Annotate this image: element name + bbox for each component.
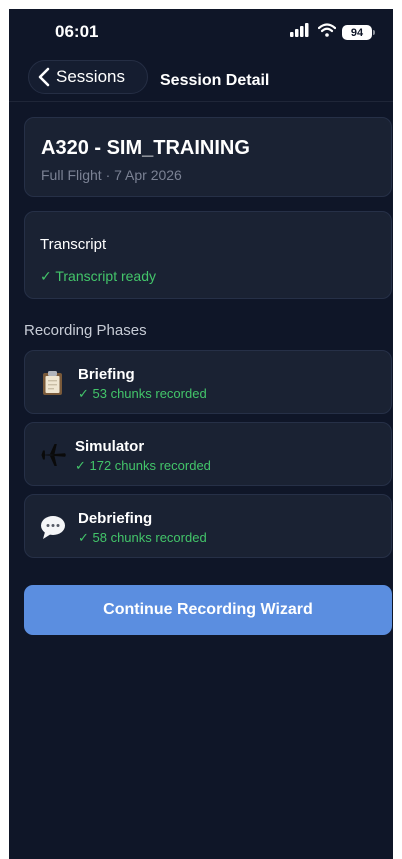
back-button-label: Sessions — [56, 67, 125, 86]
app-screen: 06:01 94 Sessions Session Detail A320 - … — [9, 9, 393, 859]
back-button[interactable]: Sessions — [28, 60, 148, 94]
airplane-icon — [39, 441, 67, 469]
phase-name: Briefing — [78, 366, 135, 383]
navigation-bar: Sessions Session Detail — [9, 53, 393, 102]
wifi-icon — [317, 23, 337, 42]
status-bar: 06:01 94 — [9, 9, 393, 53]
recording-phases-heading: Recording Phases — [24, 322, 147, 339]
page-title: Session Detail — [160, 72, 270, 89]
transcript-card[interactable]: Transcript ✓ Transcript ready — [24, 211, 392, 299]
transcript-label: Transcript — [40, 236, 107, 253]
clipboard-icon — [39, 369, 67, 397]
phase-debriefing-card[interactable]: Debriefing ✓ 58 chunks recorded — [24, 494, 392, 558]
session-subtitle: Full Flight · 7 Apr 2026 — [41, 167, 182, 183]
session-title: A320 - SIM_TRAINING — [41, 137, 250, 159]
phase-name: Debriefing — [78, 510, 153, 527]
chevron-left-icon — [38, 67, 50, 87]
phase-status: ✓ 172 chunks recorded — [75, 458, 211, 473]
continue-recording-wizard-button[interactable]: Continue Recording Wizard — [24, 585, 392, 635]
cellular-signal-icon — [290, 23, 312, 42]
phase-name: Simulator — [75, 438, 145, 455]
phase-status: ✓ 53 chunks recorded — [78, 386, 207, 401]
phase-simulator-card[interactable]: Simulator ✓ 172 chunks recorded — [24, 422, 392, 486]
battery-tip — [373, 30, 375, 35]
speech-bubble-icon — [39, 513, 67, 541]
phase-status: ✓ 58 chunks recorded — [78, 530, 207, 545]
battery-indicator: 94 — [342, 25, 372, 40]
transcript-status: ✓ Transcript ready — [40, 268, 156, 284]
phase-briefing-card[interactable]: Briefing ✓ 53 chunks recorded — [24, 350, 392, 414]
session-summary-card: A320 - SIM_TRAINING Full Flight · 7 Apr … — [24, 117, 392, 197]
status-icons: 94 — [290, 23, 375, 42]
status-time: 06:01 — [55, 22, 99, 41]
